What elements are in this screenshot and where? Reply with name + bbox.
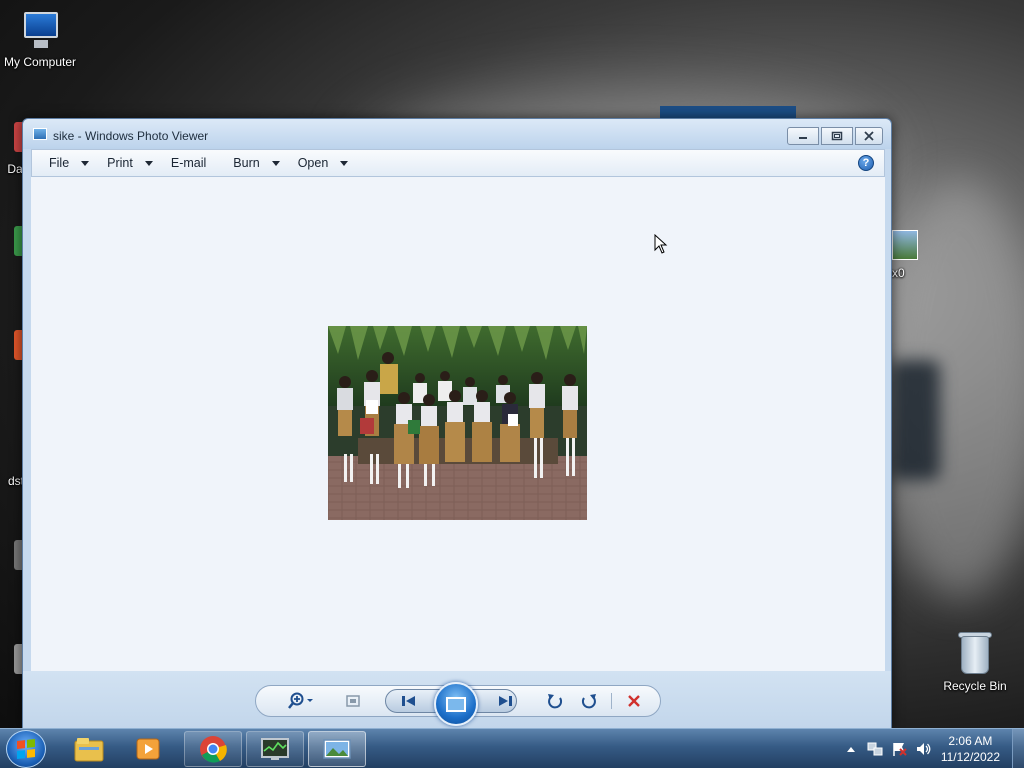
tray-network[interactable]: [867, 741, 883, 757]
control-bar: [23, 671, 891, 729]
menu-label: E-mail: [170, 156, 207, 170]
desktop-icon-dst[interactable]: dst: [0, 474, 24, 488]
tray-volume[interactable]: [915, 741, 931, 757]
window-title: sike - Windows Photo Viewer: [53, 129, 209, 143]
action-center-flag-icon: [893, 743, 907, 756]
windows-logo-icon: [17, 739, 35, 759]
chevron-down-icon: [271, 160, 280, 166]
volume-icon: [916, 743, 931, 755]
window-buttons: [787, 127, 883, 145]
file-explorer-icon: [74, 738, 104, 762]
start-button[interactable]: [6, 730, 46, 768]
rotate-counterclockwise-icon: [548, 694, 563, 709]
previous-icon: [402, 696, 415, 706]
photo-viewer-app-icon: [33, 128, 47, 140]
taskbar-task-manager[interactable]: [246, 731, 304, 767]
desktop-icon-label: My Computer: [3, 55, 77, 69]
show-hidden-icons-button[interactable]: [843, 741, 859, 757]
maximize-icon: [831, 131, 843, 141]
maximize-button[interactable]: [821, 127, 853, 145]
image-viewing-area[interactable]: [31, 177, 885, 671]
close-button[interactable]: [855, 127, 883, 145]
slideshow-button[interactable]: [434, 682, 478, 726]
desktop-icon-my-computer[interactable]: My Computer: [0, 8, 80, 69]
chevron-down-icon: [144, 160, 153, 166]
taskbar: 2:06 AM 11/12/2022: [0, 728, 1024, 768]
actual-size-button[interactable]: [341, 691, 365, 711]
chevron-down-icon: [81, 160, 90, 166]
desktop-icon-label: Recycle Bin: [943, 679, 1007, 693]
chrome-icon: [200, 736, 227, 763]
next-icon: [499, 696, 512, 706]
help-icon: ?: [862, 157, 870, 169]
menu-label: Open: [297, 156, 329, 170]
menu-file[interactable]: File: [40, 152, 98, 174]
chevron-up-icon: [846, 747, 855, 752]
toolbar-separator: [611, 693, 612, 709]
taskbar-chrome[interactable]: [184, 731, 242, 767]
recycle-bin-icon: [955, 630, 995, 676]
title-bar[interactable]: sike - Windows Photo Viewer: [23, 119, 891, 149]
system-tray: 2:06 AM 11/12/2022: [839, 729, 1024, 768]
chevron-down-icon: [340, 160, 349, 166]
menu-burn[interactable]: Burn: [224, 152, 288, 174]
delete-icon: [628, 695, 640, 707]
command-bar: File Print E-mail Burn Open ?: [31, 149, 885, 177]
group-photo-image: [328, 326, 587, 520]
taskbar-media-player[interactable]: [120, 731, 178, 767]
wallpaper-shadow: [890, 360, 940, 480]
minimize-button[interactable]: [787, 127, 819, 145]
media-player-icon: [136, 738, 160, 760]
tray-action-center[interactable]: [891, 741, 907, 757]
partial-image-icon[interactable]: [892, 230, 918, 260]
menu-label: Print: [107, 156, 133, 170]
rotate-counterclockwise-button[interactable]: [543, 691, 567, 711]
photo-viewer-window: sike - Windows Photo Viewer File Print E…: [22, 118, 892, 729]
clock-date: 11/12/2022: [940, 750, 1000, 764]
taskbar-file-explorer[interactable]: [60, 731, 118, 767]
menu-print[interactable]: Print: [98, 152, 162, 174]
zoom-icon: [288, 692, 313, 709]
minimize-icon: [799, 137, 807, 139]
rotate-clockwise-icon: [581, 694, 596, 709]
computer-icon: [18, 8, 62, 52]
close-icon: [864, 131, 874, 141]
desktop-icon-recycle-bin[interactable]: Recycle Bin: [935, 630, 1015, 693]
zoom-button[interactable]: [285, 691, 319, 711]
next-button[interactable]: [493, 691, 517, 711]
clock-time: 2:06 AM: [948, 734, 993, 748]
displayed-photo[interactable]: [328, 326, 587, 520]
menu-label: Burn: [233, 156, 260, 170]
task-manager-icon: [261, 738, 289, 760]
menu-label: File: [49, 156, 70, 170]
help-button[interactable]: ?: [858, 155, 874, 171]
photo-viewer-icon: [323, 739, 351, 759]
previous-button[interactable]: [397, 691, 421, 711]
clock[interactable]: 2:06 AM 11/12/2022: [941, 733, 1000, 765]
menu-email[interactable]: E-mail: [162, 152, 224, 174]
network-icon: [867, 742, 883, 756]
mouse-cursor-icon: [654, 234, 668, 254]
delete-button[interactable]: [622, 691, 646, 711]
show-desktop-button[interactable]: [1012, 729, 1024, 768]
menu-open[interactable]: Open: [289, 152, 358, 174]
taskbar-photo-viewer[interactable]: [308, 731, 366, 767]
actual-size-icon: [346, 695, 360, 707]
slideshow-icon: [446, 696, 466, 712]
rotate-clockwise-button[interactable]: [577, 691, 601, 711]
